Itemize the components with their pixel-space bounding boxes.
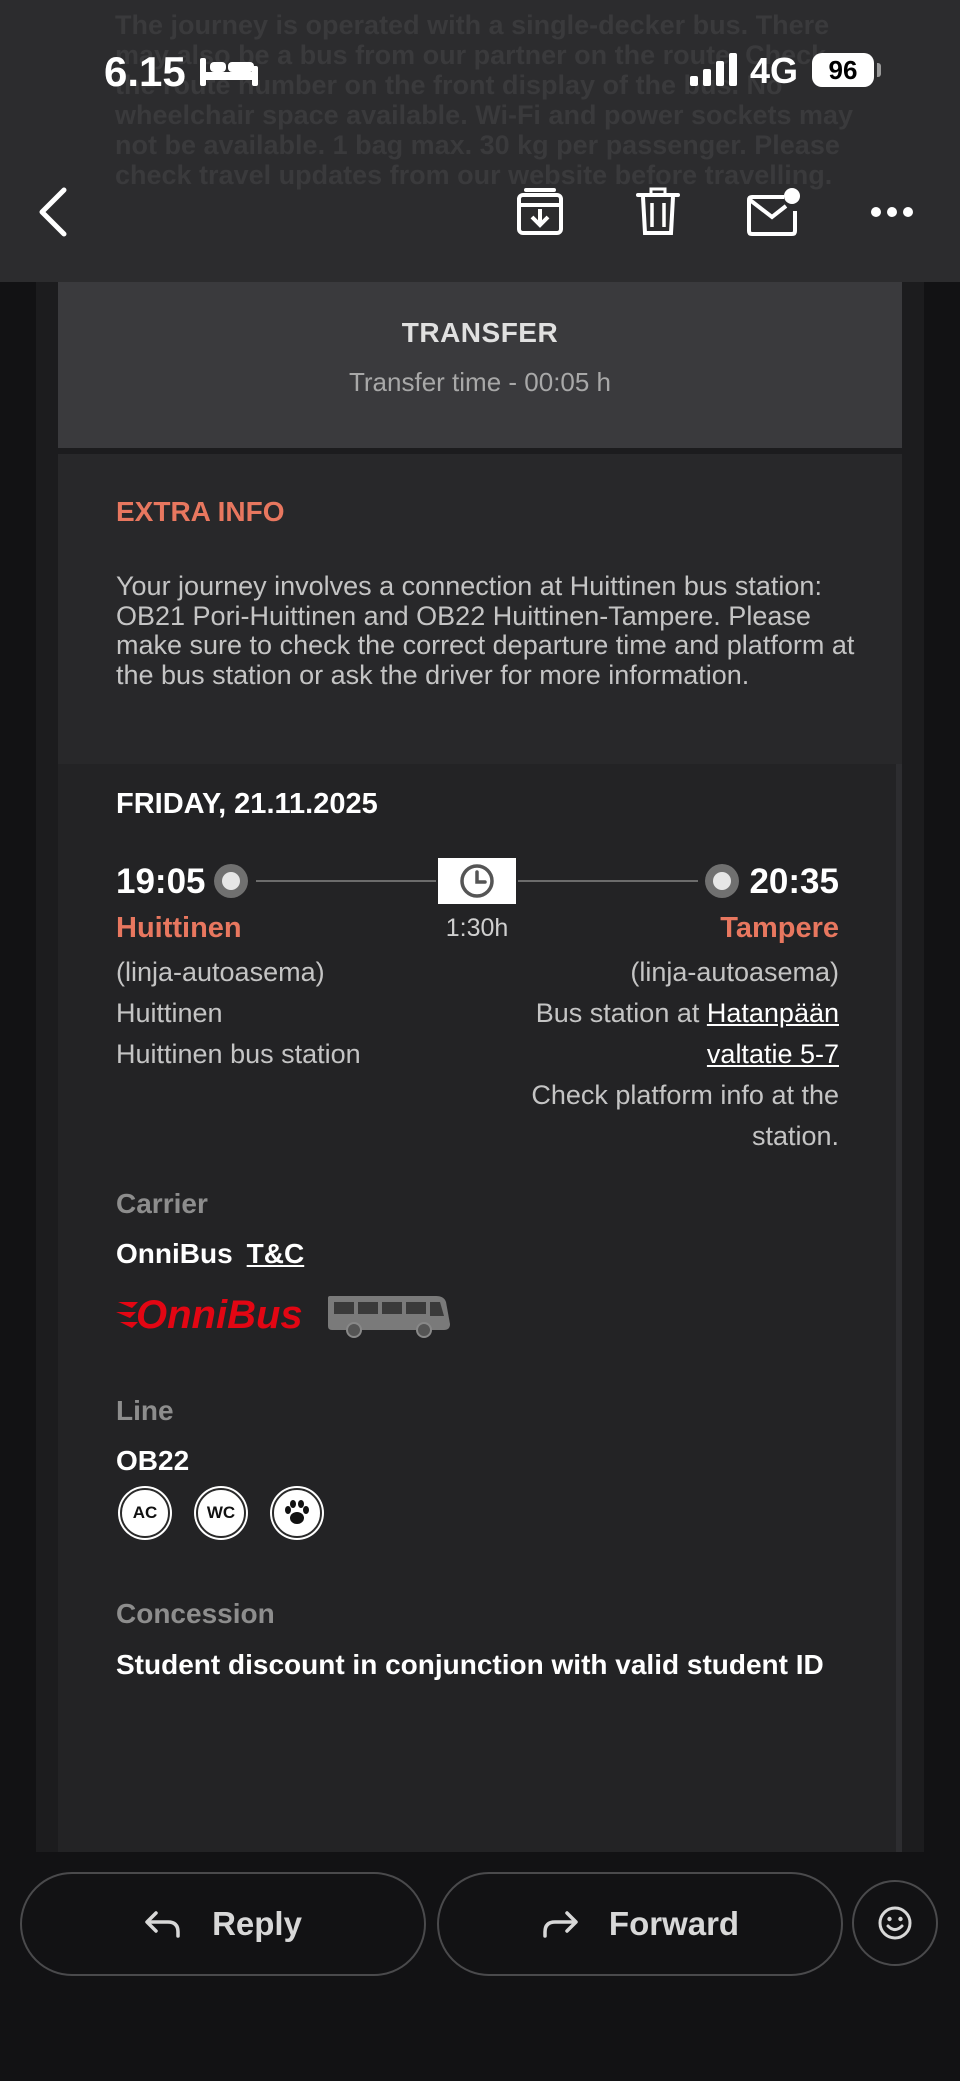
reply-button[interactable]: Reply — [20, 1872, 426, 1976]
scrolled-email-text: The journey is operated with a single-de… — [115, 10, 854, 190]
bus-icon — [328, 1296, 450, 1338]
line-label: Line — [116, 1395, 174, 1426]
arrival-address-line: valtatie 5-7 — [531, 1034, 839, 1075]
transfer-time: Transfer time - 00:05 h — [348, 367, 612, 397]
route-line-right — [518, 880, 698, 882]
carrier-label: Carrier — [116, 1188, 208, 1219]
mark-unread-button[interactable] — [742, 180, 806, 244]
concession-value: Student discount in conjunction with val… — [116, 1649, 824, 1680]
sleep-focus-icon — [200, 58, 258, 86]
archive-icon — [517, 188, 563, 235]
network-type: 4G — [750, 50, 799, 91]
reply-icon — [145, 1911, 180, 1938]
arrival-city: Tampere — [720, 912, 839, 944]
arrival-stop-info: (linja-autoasema) Bus station at Hatanpä… — [531, 952, 839, 1157]
more-icon — [871, 207, 913, 217]
trip-section-edge — [896, 764, 902, 1852]
ac-amenity-icon: AC — [120, 1488, 170, 1538]
arrival-node — [705, 864, 739, 898]
back-button[interactable] — [22, 180, 86, 244]
extra-info-title: EXTRA INFO — [116, 496, 285, 527]
address-link[interactable]: Hatanpään — [707, 998, 839, 1028]
trash-icon — [636, 187, 680, 235]
back-icon — [39, 187, 67, 237]
platform-note: Check platform info at the — [531, 1080, 839, 1110]
departure-time: 19:05 — [116, 862, 206, 901]
battery-tip — [877, 63, 881, 77]
wc-amenity-icon: WC — [196, 1488, 246, 1538]
departure-city: Huittinen — [116, 912, 242, 944]
extra-info-section: EXTRA INFO Your journey involves a conne… — [58, 454, 902, 764]
carrier-value: OnniBus T&C — [116, 1238, 304, 1270]
reply-label: Reply — [212, 1905, 302, 1942]
arrival-address-line: Bus station at Hatanpään — [531, 993, 839, 1034]
departure-stop-line: Huittinen — [116, 998, 223, 1028]
smiley-icon — [878, 1906, 912, 1940]
terms-link[interactable]: T&C — [247, 1238, 305, 1269]
forward-label: Forward — [608, 1905, 740, 1942]
extra-info-text: Your journey involves a connection at Hu… — [116, 571, 855, 690]
trip-duration: 1:30h — [445, 914, 509, 942]
concession-label: Concession — [116, 1598, 275, 1629]
clock-icon — [460, 864, 494, 898]
address-link[interactable]: valtatie 5-7 — [707, 1039, 839, 1069]
trip-date: FRIDAY, 21.11.2025 — [116, 788, 378, 820]
delete-button[interactable] — [626, 180, 690, 244]
departure-stop-line: Huittinen bus station — [116, 1039, 361, 1069]
onnibus-logo: OnniBus — [116, 1293, 303, 1337]
departure-stop-info: (linja-autoasema) Huittinen Huittinen bu… — [116, 952, 361, 1075]
transfer-title: TRANSFER — [401, 317, 559, 348]
arrival-time: 20:35 — [749, 862, 839, 901]
status-time: 6.15 — [104, 48, 186, 95]
arrival-stop-line: (linja-autoasema) — [630, 957, 839, 987]
carrier-name: OnniBus — [116, 1238, 233, 1269]
line-value: OB22 — [116, 1445, 190, 1476]
arrival-address-prefix: Bus station at — [535, 998, 707, 1028]
top-app-bar: The journey is operated with a single-de… — [0, 0, 960, 282]
archive-button[interactable] — [508, 180, 572, 244]
paw-icon — [272, 1488, 322, 1538]
cellular-signal-icon — [690, 53, 737, 86]
platform-note: station. — [751, 1121, 839, 1151]
more-options-button[interactable] — [860, 180, 924, 244]
route-line-left — [256, 880, 436, 882]
pets-allowed-icon — [285, 1500, 309, 1524]
duration-box — [438, 858, 516, 904]
departure-stop-line: (linja-autoasema) — [116, 957, 325, 987]
battery-level: 96 — [812, 53, 874, 87]
unread-mail-icon — [747, 188, 800, 236]
forward-icon — [543, 1911, 578, 1938]
departure-node — [214, 864, 248, 898]
forward-button[interactable]: Forward — [437, 1872, 843, 1976]
transfer-section: TRANSFER Transfer time - 00:05 h — [58, 282, 902, 448]
logo-text: OnniBus — [136, 1293, 303, 1337]
reaction-button[interactable] — [852, 1880, 938, 1966]
